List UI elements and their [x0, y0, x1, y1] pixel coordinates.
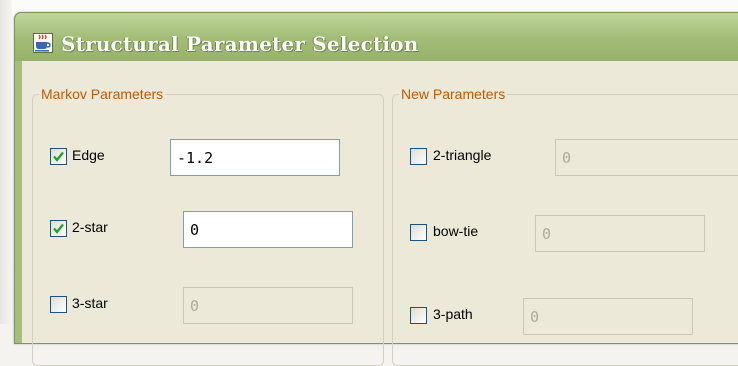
two-star-param-row: 2-star — [50, 211, 353, 249]
new-parameters-group: New Parameters 2-triangle bow-tie 3-path — [392, 85, 738, 366]
two-star-label: 2-star — [72, 219, 108, 235]
title-bar[interactable]: Structural Parameter Selection — [15, 13, 738, 61]
checkmark-icon — [53, 151, 64, 162]
three-star-input[interactable] — [183, 287, 353, 324]
two-triangle-checkbox[interactable] — [410, 148, 427, 165]
bow-tie-input[interactable] — [535, 215, 705, 252]
three-path-param-row: 3-path — [410, 298, 738, 336]
three-path-input[interactable] — [523, 298, 693, 335]
dialog-window: Structural Parameter Selection Markov Pa… — [14, 12, 738, 366]
bow-tie-checkbox[interactable] — [410, 224, 427, 241]
two-triangle-input[interactable] — [555, 139, 738, 176]
edge-input[interactable] — [170, 139, 340, 176]
bow-tie-param-row: bow-tie — [410, 215, 738, 253]
two-triangle-param-row: 2-triangle — [410, 139, 738, 177]
three-path-checkbox[interactable] — [410, 307, 427, 324]
window-title: Structural Parameter Selection — [61, 32, 419, 56]
two-star-checkbox[interactable] — [50, 220, 67, 237]
three-path-label: 3-path — [433, 306, 473, 322]
markov-parameters-group: Markov Parameters Edge 2-star — [32, 85, 384, 366]
checkmark-icon — [53, 223, 64, 234]
dialog-content: Markov Parameters Edge 2-star — [22, 61, 738, 366]
edge-param-row: Edge — [50, 139, 350, 177]
three-star-label: 3-star — [72, 295, 108, 311]
new-parameters-title: New Parameters — [399, 85, 508, 103]
two-star-input[interactable] — [183, 211, 353, 248]
edge-label: Edge — [72, 147, 105, 163]
three-star-checkbox[interactable] — [50, 296, 67, 313]
three-star-param-row: 3-star — [50, 287, 353, 325]
markov-parameters-title: Markov Parameters — [39, 85, 166, 103]
java-cup-icon — [33, 33, 53, 53]
background-edge — [0, 0, 12, 324]
bow-tie-label: bow-tie — [433, 223, 479, 239]
two-triangle-label: 2-triangle — [433, 147, 492, 163]
edge-checkbox[interactable] — [50, 148, 67, 165]
